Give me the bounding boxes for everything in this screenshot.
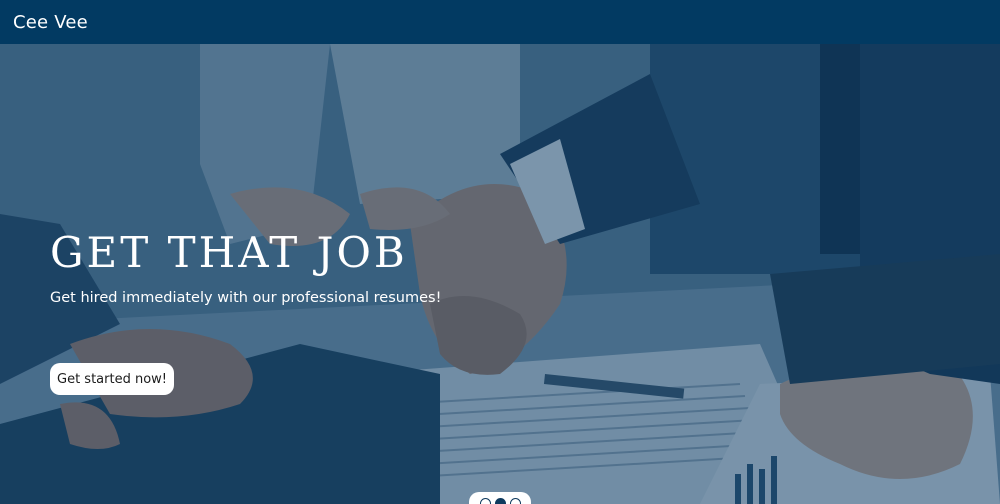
- carousel-dot-2[interactable]: [494, 498, 506, 504]
- hero-headline: GET THAT JOB: [50, 228, 408, 277]
- hero-banner: GET THAT JOB Get hired immediately with …: [0, 44, 1000, 504]
- brand-logo-text[interactable]: Cee Vee: [13, 12, 88, 33]
- hero-subheadline: Get hired immediately with our professio…: [50, 290, 442, 306]
- carousel-dot-1[interactable]: [479, 498, 491, 504]
- get-started-button[interactable]: Get started now!: [50, 363, 174, 395]
- top-navbar: Cee Vee: [0, 0, 1000, 44]
- carousel-indicators: [469, 492, 531, 504]
- carousel-dot-3[interactable]: [509, 498, 521, 504]
